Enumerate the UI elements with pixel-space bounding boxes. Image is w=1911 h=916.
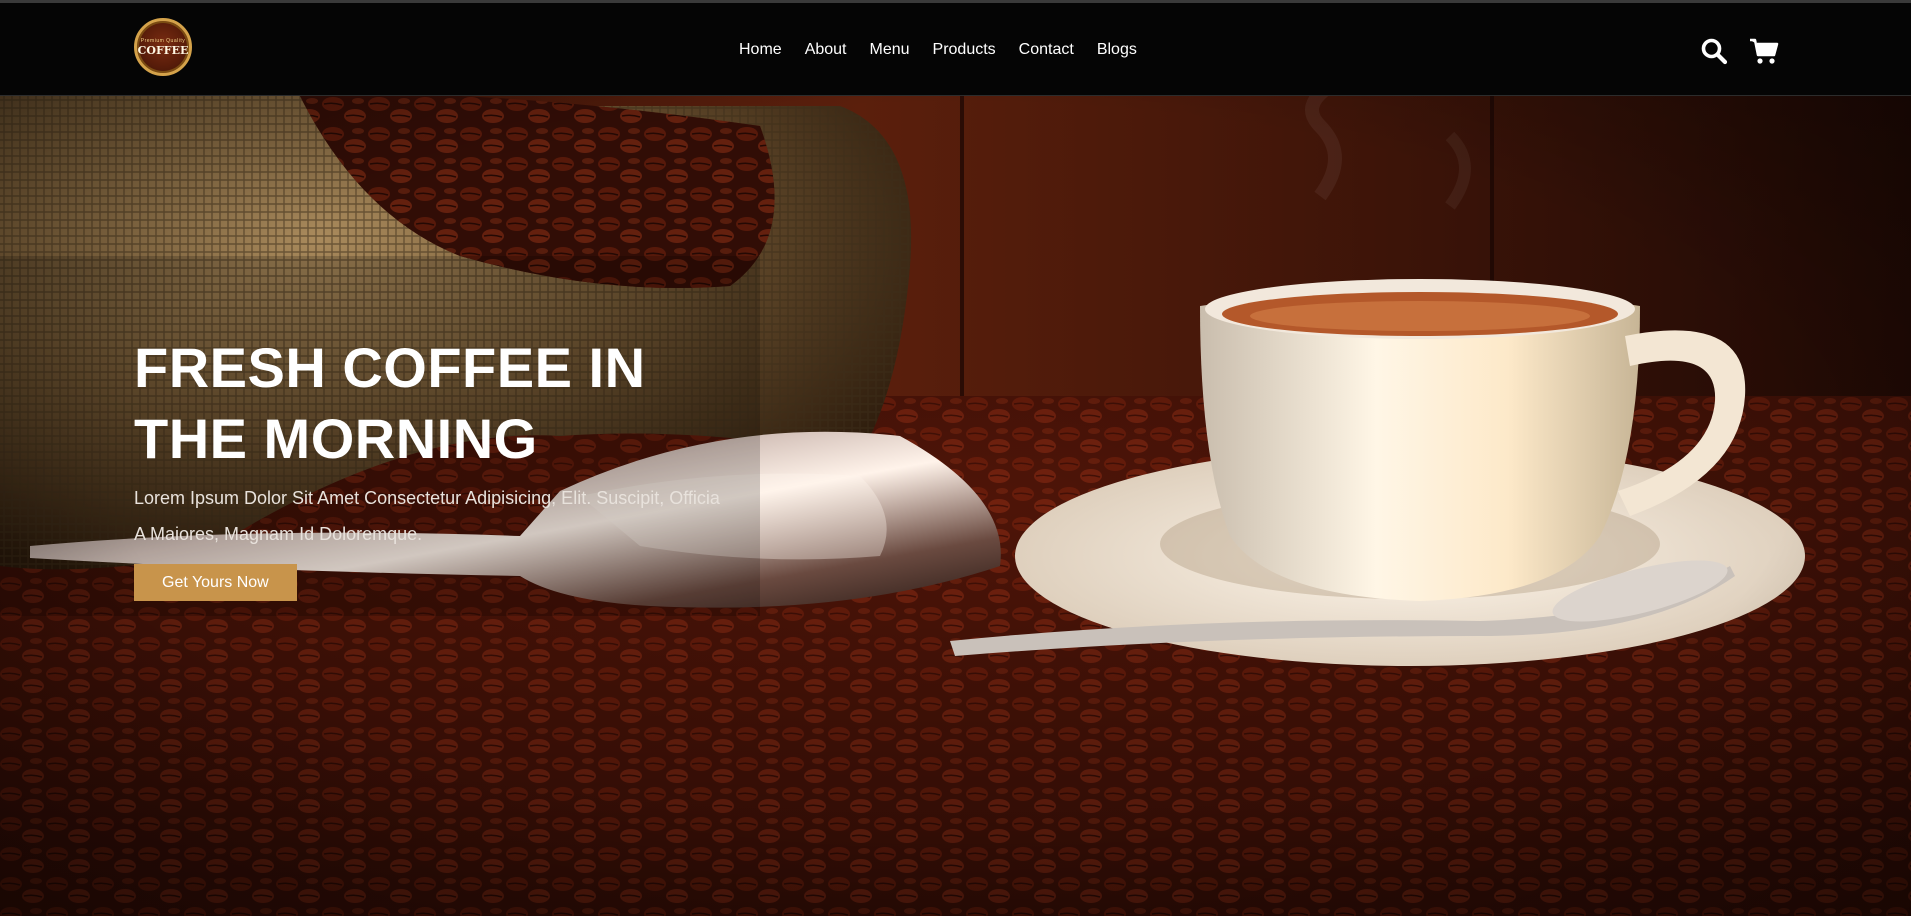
cart-button[interactable] xyxy=(1749,37,1779,65)
cart-icon xyxy=(1750,38,1779,64)
hero-section: FRESH COFFEE IN THE MORNING Lorem Ipsum … xyxy=(0,96,1911,916)
nav-about[interactable]: About xyxy=(805,40,847,60)
site-header: Premium Quality COFFEE Home About Menu P… xyxy=(0,3,1911,96)
nav-products[interactable]: Products xyxy=(933,40,996,60)
nav-contact[interactable]: Contact xyxy=(1019,40,1074,60)
nav-blogs[interactable]: Blogs xyxy=(1097,40,1137,60)
main-nav: Home About Menu Products Contact Blogs xyxy=(739,40,1160,60)
search-icon xyxy=(1701,38,1728,65)
hero-title-line2: THE MORNING xyxy=(134,407,538,470)
nav-home[interactable]: Home xyxy=(739,40,782,60)
hero-content: FRESH COFFEE IN THE MORNING Lorem Ipsum … xyxy=(134,332,774,601)
hero-title: FRESH COFFEE IN THE MORNING xyxy=(134,332,774,474)
search-button[interactable] xyxy=(1700,37,1728,65)
nav-menu[interactable]: Menu xyxy=(870,40,910,60)
brand-logo[interactable]: Premium Quality COFFEE xyxy=(134,18,192,76)
hero-title-line1: FRESH COFFEE IN xyxy=(134,336,646,399)
logo-wordmark: COFFEE xyxy=(137,43,189,57)
get-yours-now-button[interactable]: Get Yours Now xyxy=(134,564,297,601)
logo-tagline: Premium Quality xyxy=(140,37,186,44)
hero-subtitle: Lorem Ipsum Dolor Sit Amet Consectetur A… xyxy=(134,488,720,544)
